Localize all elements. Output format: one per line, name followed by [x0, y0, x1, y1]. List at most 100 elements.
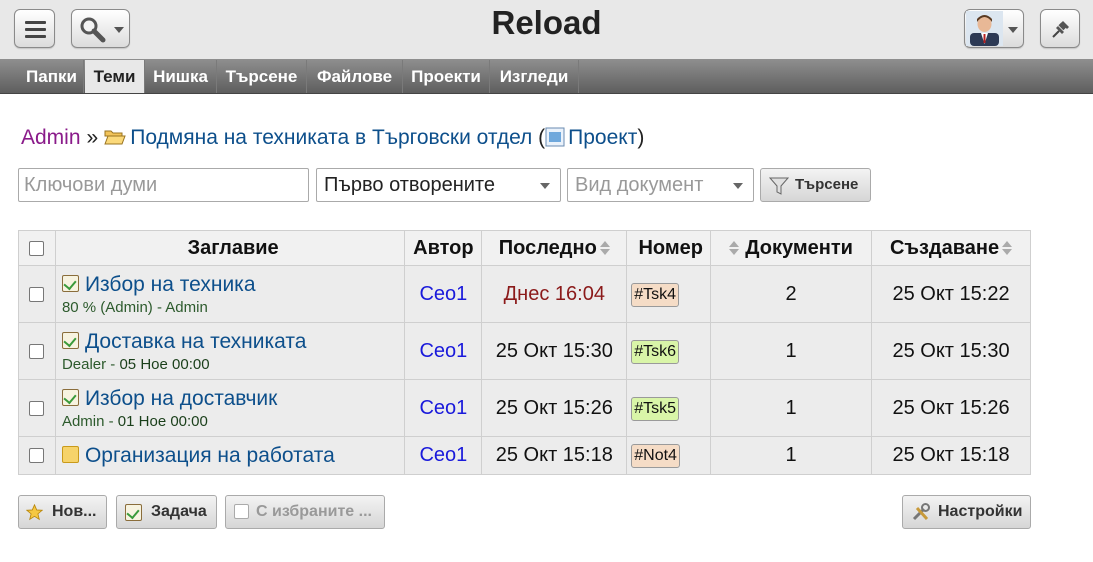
created-date: 25 Окт 15:18: [871, 436, 1031, 475]
with-selected-button[interactable]: С избраните ...: [225, 495, 385, 529]
table-row[interactable]: Избор на доставчик Admin - 01 Ное 00:00 …: [18, 379, 1031, 437]
topic-subline: 80 % (Admin) - Admin: [61, 298, 208, 316]
docs-count: 2: [710, 265, 873, 323]
topic-owner: Admin -: [61, 412, 118, 430]
tab-search[interactable]: Търсене: [217, 60, 307, 93]
table-row[interactable]: Доставка на техниката Dealer - 05 Ное 00…: [18, 322, 1031, 380]
table-row[interactable]: Организация на работата Ceo1 25 Окт 15:1…: [18, 436, 1031, 475]
sort-icon[interactable]: [729, 240, 740, 256]
tab-projects[interactable]: Проекти: [403, 60, 490, 93]
user-menu-button[interactable]: [964, 9, 1024, 48]
task-button[interactable]: Задача: [116, 495, 217, 529]
created-date: 25 Окт 15:26: [871, 379, 1031, 437]
tab-files[interactable]: Файлове: [307, 60, 403, 93]
tab-views[interactable]: Изгледи: [490, 60, 579, 93]
docs-count: 1: [710, 436, 873, 475]
breadcrumb-user-link[interactable]: Admin: [21, 126, 81, 149]
column-header-created-label: Създаване: [889, 236, 1000, 259]
column-header-docs[interactable]: Документи: [710, 230, 873, 266]
sort-icon[interactable]: [599, 240, 610, 256]
tab-topics[interactable]: Теми: [85, 60, 145, 93]
doctype-select[interactable]: Вид документ: [567, 168, 754, 202]
settings-button-label: Настройки: [938, 503, 1023, 520]
created-date: 25 Окт 15:22: [871, 265, 1031, 323]
tab-thread[interactable]: Нишка: [145, 60, 217, 93]
new-button-label: Нов...: [52, 503, 97, 520]
sort-icon[interactable]: [1002, 240, 1013, 256]
task-icon: [61, 274, 79, 292]
breadcrumb-project-link[interactable]: Проект: [568, 126, 637, 149]
order-select[interactable]: Първо отворените: [316, 168, 561, 202]
top-bar: Reload: [0, 0, 1093, 59]
select-all-checkbox[interactable]: [29, 240, 45, 256]
checkbox-icon: [234, 504, 249, 519]
last-activity: Днес 16:04: [503, 282, 605, 305]
task-button-label: Задача: [151, 503, 207, 520]
row-checkbox[interactable]: [29, 286, 45, 302]
topic-title-link[interactable]: Организация на работата: [85, 444, 335, 467]
chevron-down-icon: [733, 183, 743, 189]
topic-due-date: 01 Ное 00:00: [117, 412, 208, 430]
search-button[interactable]: Търсене: [760, 168, 871, 202]
folder-open-icon: [104, 130, 126, 145]
search-button-label: Търсене: [795, 176, 859, 193]
last-activity: 25 Окт 15:18: [481, 436, 628, 475]
author-link[interactable]: Ceo1: [419, 444, 467, 466]
column-header-last[interactable]: Последно: [481, 230, 628, 266]
table-row[interactable]: Избор на техника 80 % (Admin) - Admin Ce…: [18, 265, 1031, 323]
pin-icon: [1052, 21, 1069, 38]
table-header-row: Заглавие Автор Последно Номер Документи …: [18, 230, 1031, 266]
column-header-last-label: Последно: [498, 236, 597, 259]
chevron-down-icon: [540, 183, 550, 189]
created-date: 25 Окт 15:30: [871, 322, 1031, 380]
tools-icon: [912, 503, 930, 521]
topics-table: Заглавие Автор Последно Номер Документи …: [18, 230, 1031, 475]
topic-title-link[interactable]: Избор на техника: [85, 273, 256, 296]
topic-owner: Dealer -: [61, 355, 120, 373]
order-select-value: Първо отворените: [324, 174, 495, 196]
star-icon: [26, 504, 43, 521]
topic-title-link[interactable]: Избор на доставчик: [85, 387, 277, 410]
number-badge[interactable]: #Not4: [631, 444, 680, 468]
column-header-author[interactable]: Автор: [404, 230, 483, 266]
settings-button[interactable]: Настройки: [902, 495, 1031, 529]
author-link[interactable]: Ceo1: [419, 283, 467, 305]
task-icon: [61, 331, 79, 349]
author-link[interactable]: Ceo1: [419, 397, 467, 419]
column-header-number[interactable]: Номер: [626, 230, 712, 266]
last-activity: 25 Окт 15:30: [481, 322, 628, 380]
chevron-down-icon: [1008, 27, 1018, 33]
last-activity: 25 Окт 15:26: [481, 379, 628, 437]
task-icon: [125, 504, 142, 521]
breadcrumb-paren-close: ): [637, 126, 645, 149]
breadcrumb-separator: »: [86, 126, 99, 149]
docs-count: 1: [710, 379, 873, 437]
pin-button[interactable]: [1040, 9, 1080, 48]
topic-title-link[interactable]: Доставка на техниката: [85, 330, 306, 353]
number-badge[interactable]: #Tsk5: [631, 396, 680, 421]
row-checkbox[interactable]: [29, 448, 45, 464]
select-all-header: [18, 230, 56, 266]
column-header-number-label: Номер: [638, 236, 703, 259]
breadcrumb-folder-link[interactable]: Подмяна на техниката в Търговски отдел: [130, 126, 532, 149]
task-icon: [61, 388, 79, 406]
project-icon: [545, 127, 565, 147]
keywords-input[interactable]: [18, 168, 309, 202]
filter-icon: [769, 177, 789, 195]
column-header-docs-label: Документи: [745, 236, 853, 259]
number-badge[interactable]: #Tsk4: [631, 282, 680, 307]
breadcrumb: Admin» Подмяна на техниката в Търговски …: [21, 126, 644, 150]
topic-due-date: 05 Ное 00:00: [119, 355, 210, 373]
row-checkbox[interactable]: [29, 343, 45, 359]
tab-folders[interactable]: Папки: [20, 60, 84, 93]
app-title: Reload: [491, 4, 602, 41]
number-badge[interactable]: #Tsk6: [631, 339, 680, 364]
new-button[interactable]: Нов...: [18, 495, 107, 529]
row-checkbox[interactable]: [29, 400, 45, 416]
column-header-title[interactable]: Заглавие: [54, 230, 406, 266]
author-link[interactable]: Ceo1: [419, 340, 467, 362]
column-header-created[interactable]: Създаване: [871, 230, 1031, 266]
breadcrumb-paren-open: (: [538, 126, 546, 149]
note-icon: [61, 445, 79, 463]
doctype-select-placeholder: Вид документ: [575, 174, 704, 196]
